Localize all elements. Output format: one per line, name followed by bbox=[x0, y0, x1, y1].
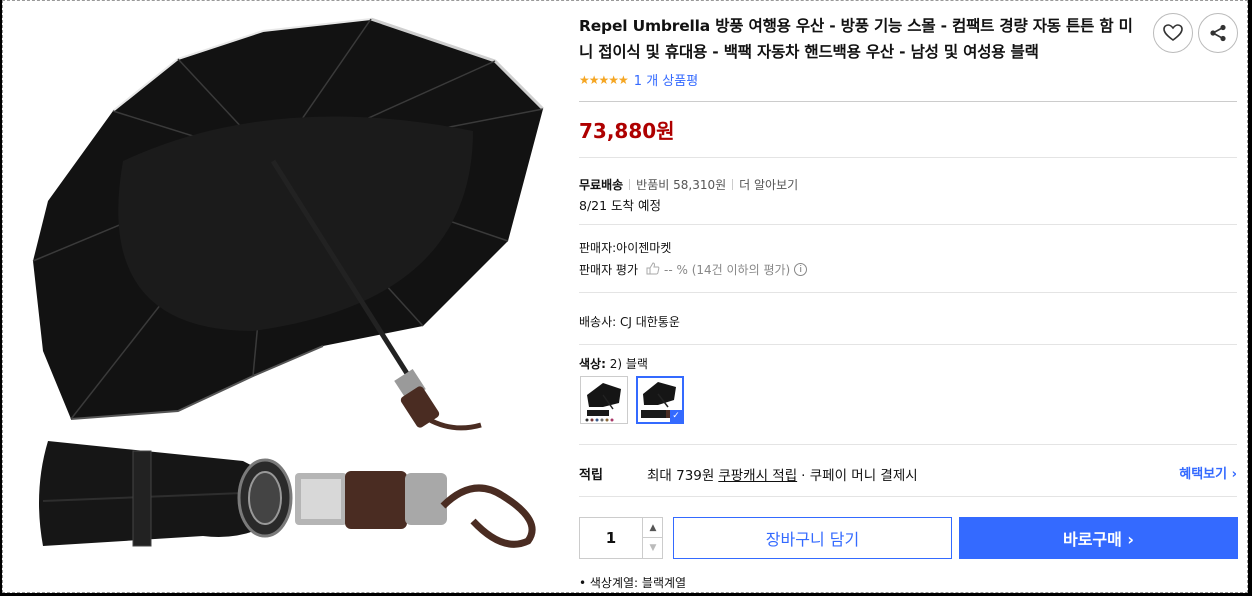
arrival-date: 8/21 도착 예정 bbox=[579, 198, 662, 213]
quantity-decrease-button[interactable]: ▼ bbox=[642, 538, 663, 558]
return-fee: 반품비 58,310원 bbox=[636, 178, 727, 192]
quantity-input[interactable] bbox=[580, 518, 642, 558]
separator bbox=[732, 179, 734, 190]
color-option-label: 색상: 2) 블랙 bbox=[579, 355, 648, 372]
reward-label: 적립 bbox=[579, 468, 603, 483]
check-icon: ✓ bbox=[670, 410, 682, 422]
separator bbox=[629, 179, 631, 190]
review-count-link[interactable]: 1 개 상품평 bbox=[634, 70, 698, 89]
seller-rating-label: 판매자 평가 bbox=[579, 263, 639, 277]
color-swatch-2-selected[interactable]: ✓ bbox=[636, 376, 684, 424]
umbrella-image bbox=[32, 17, 545, 548]
divider bbox=[579, 157, 1237, 158]
heart-icon bbox=[1163, 24, 1183, 41]
free-shipping-label: 무료배송 bbox=[579, 178, 624, 192]
product-info-panel: Repel Umbrella 방풍 여행용 우산 - 방풍 기능 스몰 - 컴팩… bbox=[579, 1, 1238, 592]
page-frame: Repel Umbrella 방풍 여행용 우산 - 방풍 기능 스몰 - 컴팩… bbox=[2, 0, 1248, 593]
buy-now-button[interactable]: 바로구매 › bbox=[959, 517, 1238, 559]
carrier: 배송사: CJ 대한통운 bbox=[579, 315, 680, 329]
reward-condition: · 쿠페이 머니 결제시 bbox=[801, 468, 918, 484]
divider bbox=[579, 496, 1237, 497]
star-rating: ★★★★★ bbox=[579, 72, 629, 87]
detail-bullet: • 색상계열: 블랙계열 bbox=[579, 576, 687, 590]
thumb-up-icon bbox=[646, 261, 660, 278]
product-title: Repel Umbrella 방풍 여행용 우산 - 방풍 기능 스몰 - 컴팩… bbox=[579, 17, 1133, 61]
add-to-cart-button[interactable]: 장바구니 담기 bbox=[673, 517, 952, 559]
reward-text: 최대 739원 쿠팡캐시 적립 · 쿠페이 머니 결제시 bbox=[647, 464, 918, 484]
coupang-cash-link[interactable]: 쿠팡캐시 적립 bbox=[718, 464, 797, 484]
view-benefits-link[interactable]: 혜택보기 › bbox=[1179, 463, 1237, 482]
divider bbox=[579, 344, 1237, 345]
product-image[interactable] bbox=[3, 1, 563, 592]
divider bbox=[579, 101, 1237, 102]
color-swatch-1[interactable] bbox=[580, 376, 628, 424]
divider bbox=[579, 292, 1237, 293]
share-button[interactable] bbox=[1198, 13, 1238, 53]
quantity-increase-button[interactable]: ▲ bbox=[642, 518, 663, 538]
divider bbox=[579, 224, 1237, 225]
price: 73,880원 bbox=[579, 119, 675, 143]
wishlist-button[interactable] bbox=[1153, 13, 1193, 53]
seller-name[interactable]: 판매자:아이젠마켓 bbox=[579, 239, 671, 256]
color-value: 2) 블랙 bbox=[609, 357, 648, 371]
info-icon[interactable]: i bbox=[794, 263, 808, 276]
divider bbox=[579, 444, 1237, 445]
open-umbrella bbox=[32, 17, 545, 431]
reward-amount: 최대 739원 bbox=[647, 468, 715, 484]
shipping-row: 무료배송 반품비 58,310원 더 알아보기 bbox=[579, 176, 798, 193]
seller-rating-value: -- % (14건 이하의 평가) bbox=[664, 263, 791, 277]
share-icon bbox=[1210, 24, 1226, 42]
seller-rating-row: 판매자 평가 -- % (14건 이하의 평가) i bbox=[579, 261, 808, 278]
rating-row: ★★★★★ 1 개 상품평 bbox=[579, 70, 698, 90]
learn-more-link[interactable]: 더 알아보기 bbox=[739, 176, 798, 193]
quantity-stepper: ▲ ▼ bbox=[579, 517, 663, 559]
closed-umbrella bbox=[39, 441, 536, 548]
color-key: 색상: bbox=[579, 357, 606, 371]
